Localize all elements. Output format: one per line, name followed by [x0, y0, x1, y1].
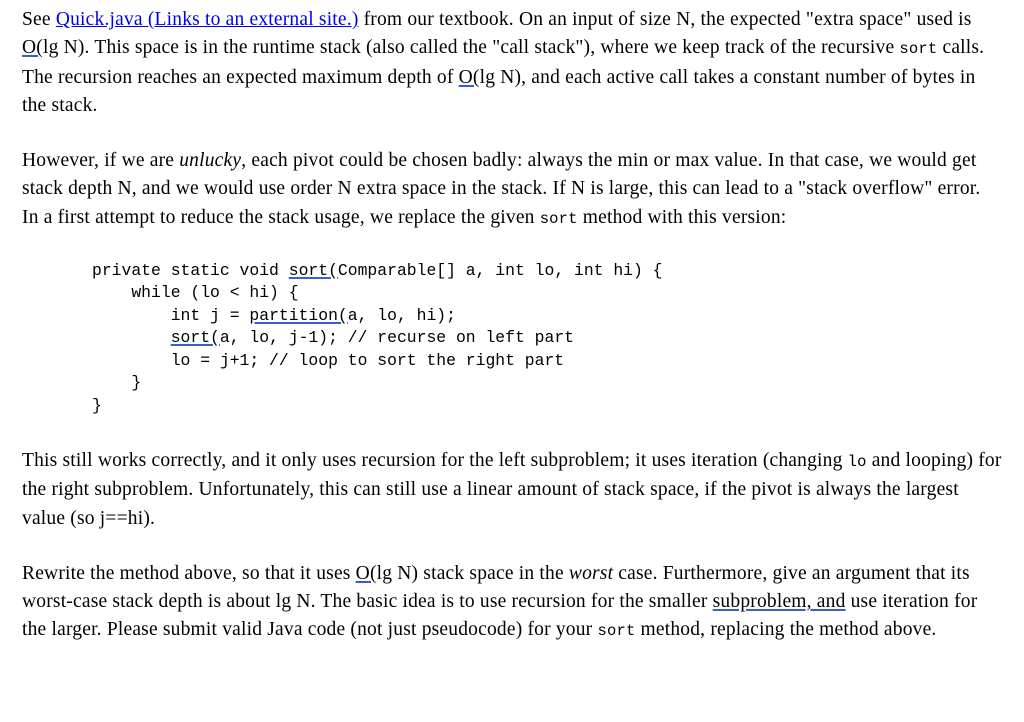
code-line3-suffix: a, lo, hi); — [347, 305, 456, 325]
code-sort-mark-2: sort( — [170, 328, 220, 348]
subproblem-and-mark: subproblem, and — [712, 591, 846, 613]
code-line5: lo = j+1; // loop to sort the right part — [92, 350, 565, 370]
text-lgn-1: lg N). This space is in the runtime stac… — [42, 37, 900, 59]
text-paragraph4-mid1: lg N) stack space in the — [376, 562, 569, 584]
code-sort-mark-1: sort( — [288, 261, 338, 281]
code-line4-prefix — [92, 328, 171, 347]
text-after-link: from our textbook. On an input of size N… — [358, 9, 972, 30]
text-paragraph3-start: This still works correctly, and it only … — [22, 449, 848, 471]
code-line1-prefix: private static void — [92, 261, 289, 281]
text-see-prefix: See — [22, 9, 56, 30]
code-line1-suffix: Comparable[] a, int lo, int hi) { — [337, 261, 663, 281]
bigo-open-mark-2: O( — [458, 66, 480, 88]
italic-unlucky: unlucky — [179, 150, 242, 172]
inline-code-lo: lo — [847, 452, 867, 471]
paragraph-still-works: This still works correctly, and it only … — [22, 447, 1002, 533]
code-line2: while (lo < hi) { — [92, 283, 299, 303]
quick-java-external-link[interactable]: Quick.java (Links to an external site.) — [56, 9, 359, 30]
italic-worst: worst — [568, 562, 614, 584]
paragraph-rewrite-task: Rewrite the method above, so that it use… — [22, 560, 1002, 646]
bigo-open-mark-3: O( — [355, 562, 377, 584]
inline-code-sort-1: sort — [899, 40, 938, 59]
text-however-prefix: However, if we are — [22, 150, 180, 172]
paragraph-unlucky: However, if we are unlucky, each pivot c… — [22, 147, 1002, 233]
text-paragraph4-start: Rewrite the method above, so that it use… — [22, 562, 356, 584]
text-paragraph4-end: method, replacing the method above. — [635, 619, 937, 641]
text-paragraph2-end: method with this version: — [577, 206, 787, 228]
assignment-page: See Quick.java (Links to an external sit… — [0, 0, 1024, 646]
paragraph-intro: See Quick.java (Links to an external sit… — [22, 6, 1002, 120]
java-code-block: private static void sort(Comparable[] a,… — [22, 260, 1002, 417]
inline-code-sort-2: sort — [539, 209, 578, 228]
bigo-open-mark-1: O( — [22, 37, 43, 59]
code-partition-mark: partition( — [249, 305, 348, 325]
code-line4-suffix: a, lo, j-1); // recurse on left part — [219, 328, 574, 348]
code-line7: } — [92, 395, 102, 415]
inline-code-sort-3: sort — [597, 622, 636, 641]
code-line3-prefix: int j = — [92, 305, 250, 325]
code-line6: } — [92, 373, 142, 393]
